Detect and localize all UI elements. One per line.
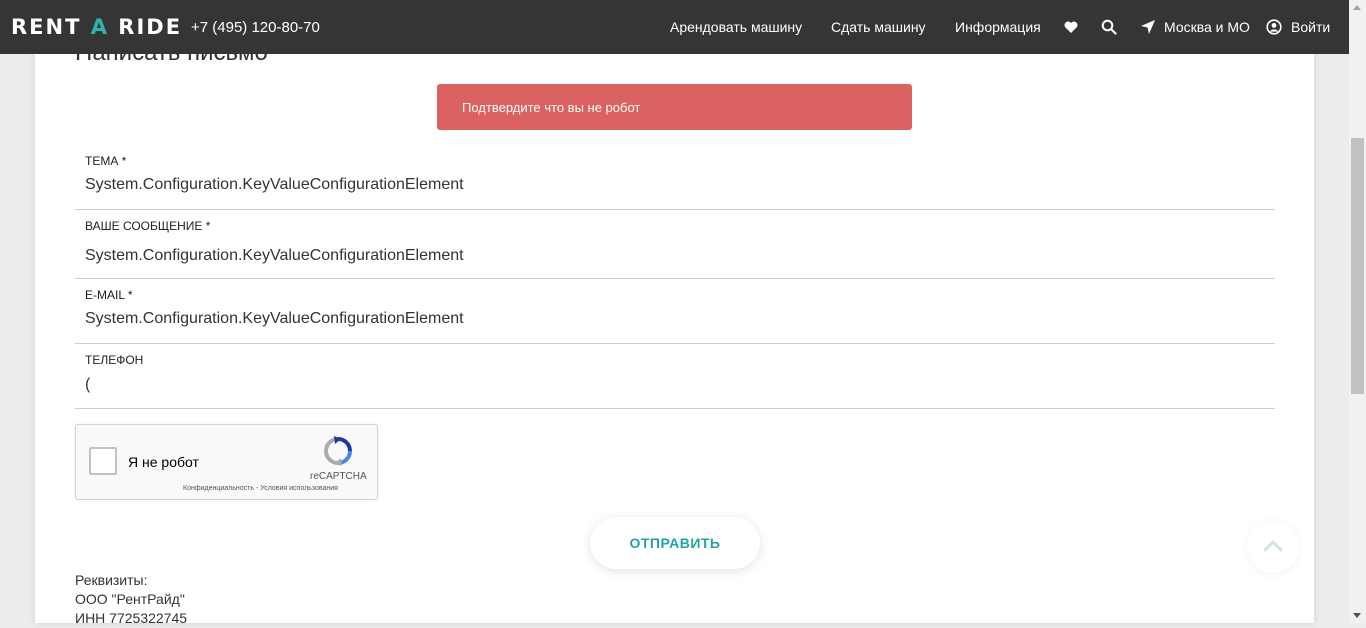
recaptcha-logo-icon	[322, 435, 354, 467]
location-arrow-icon[interactable]	[1140, 19, 1156, 35]
scroll-down-arrow-icon[interactable]	[1353, 613, 1361, 618]
phone-link[interactable]: +7 (495) 120-80-70	[191, 19, 320, 36]
search-icon[interactable]	[1101, 19, 1117, 35]
message-label: ВАШЕ СООБЩЕНИЕ *	[85, 219, 211, 233]
nav-lease-car[interactable]: Сдать машину	[831, 19, 926, 35]
chevron-up-icon	[1263, 540, 1283, 552]
nav-location[interactable]: Москва и МО	[1164, 19, 1250, 35]
logo-accent: A	[90, 15, 109, 39]
submit-button[interactable]: ОТПРАВИТЬ	[590, 517, 760, 569]
recaptcha-checkbox[interactable]	[89, 447, 117, 475]
recaptcha-links[interactable]: Конфиденциальность - Условия использован…	[183, 485, 338, 492]
phone-label: ТЕЛЕФОН	[85, 353, 144, 367]
nav-info[interactable]: Информация	[955, 19, 1041, 35]
details-inn: ИНН 7725322745	[75, 610, 188, 626]
user-icon[interactable]	[1266, 19, 1282, 35]
subject-field[interactable]: ТЕМА * System.Configuration.KeyValueConf…	[75, 143, 1275, 210]
recaptcha-widget: Я не робот reCAPTCHA Конфиденциальность …	[75, 424, 378, 500]
logo-part2: RIDE	[109, 15, 183, 39]
subject-input[interactable]: System.Configuration.KeyValueConfigurati…	[85, 176, 464, 194]
message-field[interactable]: ВАШЕ СООБЩЕНИЕ * System.Configuration.Ke…	[75, 210, 1275, 279]
phone-field[interactable]: ТЕЛЕФОН (	[75, 344, 1275, 409]
details-company: ООО "РентРайд"	[75, 591, 185, 607]
nav-rent-car[interactable]: Арендовать машину	[670, 19, 802, 35]
subject-label: ТЕМА *	[85, 154, 127, 168]
alert-text: Подтвердите что вы не робот	[462, 100, 641, 115]
email-input[interactable]: System.Configuration.KeyValueConfigurati…	[85, 310, 464, 328]
email-label: E-MAIL *	[85, 288, 133, 302]
company-details: Реквизиты: ООО "РентРайд" ИНН 7725322745	[75, 571, 187, 628]
scroll-thumb[interactable]	[1351, 138, 1364, 394]
details-heading: Реквизиты:	[75, 572, 148, 588]
recaptcha-brand: reCAPTCHA	[310, 471, 367, 482]
heart-icon[interactable]	[1063, 19, 1079, 35]
error-alert: Подтвердите что вы не робот	[437, 84, 912, 130]
message-textarea[interactable]: System.Configuration.KeyValueConfigurati…	[85, 247, 464, 265]
scrollbar[interactable]	[1349, 0, 1366, 623]
email-field[interactable]: E-MAIL * System.Configuration.KeyValueCo…	[75, 279, 1275, 344]
scroll-up-arrow-icon[interactable]	[1353, 5, 1361, 10]
logo-part1: RENT	[11, 15, 91, 39]
scroll-to-top-button[interactable]	[1247, 521, 1299, 573]
phone-input[interactable]: (	[85, 376, 90, 394]
logo[interactable]: RENT A RIDE	[11, 14, 182, 40]
nav-login[interactable]: Войти	[1291, 19, 1330, 35]
recaptcha-label: Я не робот	[128, 454, 199, 470]
header: RENT A RIDE +7 (495) 120-80-70 Арендоват…	[0, 0, 1349, 54]
